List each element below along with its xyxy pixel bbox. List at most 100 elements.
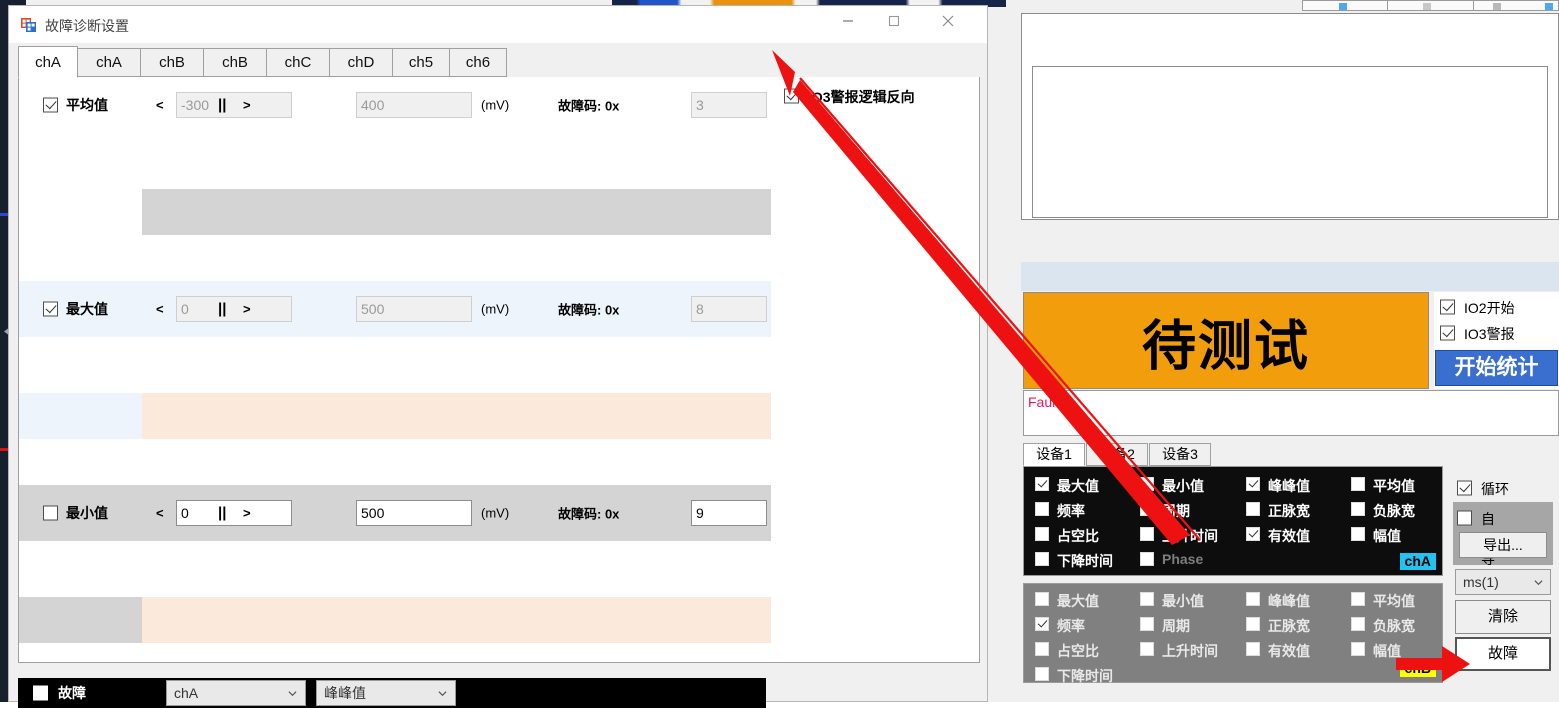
measure-checkbox-5[interactable] (1140, 617, 1154, 631)
measure-checkbox-7[interactable] (1351, 502, 1365, 516)
high-threshold-input-2[interactable]: 500 (356, 500, 472, 526)
toolbar-icon-2[interactable] (1423, 3, 1431, 10)
measure-checkbox-12[interactable] (1035, 667, 1049, 681)
channel-tab-2[interactable]: chB (140, 48, 204, 77)
measure-checkbox-10[interactable] (1246, 527, 1260, 541)
measure-checkbox-10[interactable] (1246, 642, 1260, 656)
fault-code-input-2[interactable]: 9 (691, 500, 767, 526)
enable-checkbox-1[interactable] (43, 301, 58, 317)
measure-checkbox-6[interactable] (1246, 617, 1260, 631)
enable-checkbox-0[interactable] (43, 97, 58, 113)
io3-invert-label: IO3警报逻辑反向 (808, 89, 915, 105)
channel-tab-1[interactable]: chA (77, 48, 141, 77)
measure-checkbox-7[interactable] (1351, 617, 1365, 631)
low-threshold-input-2[interactable]: 0 (176, 500, 292, 526)
toolbar-icon-4[interactable] (1545, 3, 1553, 10)
measure-checkbox-2[interactable] (1246, 592, 1260, 606)
operator-or-1: || (218, 300, 227, 318)
channel-select[interactable]: chA (166, 680, 306, 706)
high-threshold-input-0[interactable]: 400 (356, 92, 472, 118)
measure-checkbox-13[interactable] (1140, 552, 1154, 566)
measure-checkbox-label-12: 下降时间 (1057, 553, 1113, 569)
measure-checkbox-1[interactable] (1140, 592, 1154, 606)
plot-inner-frame[interactable] (1032, 66, 1548, 218)
measure-checkbox-9[interactable] (1140, 642, 1154, 656)
measure-checkbox-3[interactable] (1351, 592, 1365, 606)
fault-code-input-0[interactable]: 3 (691, 92, 767, 118)
measure-checkbox-6[interactable] (1246, 502, 1260, 516)
loop-checkbox[interactable] (1457, 480, 1472, 496)
channel-tab-3[interactable]: chB (203, 48, 267, 77)
toolbar-icon-3[interactable] (1493, 3, 1501, 10)
toolbar-icon-1[interactable] (1339, 3, 1347, 10)
fault-message-box[interactable]: Fault: (1023, 390, 1559, 436)
start-statistics-button[interactable]: 开始统计 (1435, 350, 1558, 386)
measure-checkbox-4[interactable] (1035, 502, 1049, 516)
measure-checkbox-0[interactable] (1035, 592, 1049, 606)
fault-code-label-2: 故障码: 0x (558, 506, 620, 522)
io2-start-checkbox[interactable] (1440, 299, 1455, 315)
export-button[interactable]: 导出... (1459, 532, 1547, 558)
measurement-application-panel: 待测试 IO2开始 IO3警报 开始统计 Fault: 设备1 设备2 设备3 … (1006, 0, 1559, 702)
threshold-gauge-row-2 (19, 597, 771, 643)
auto-export-checkbox[interactable] (1457, 510, 1472, 526)
measure-checkbox-label-0: 最大值 (1057, 478, 1099, 494)
io3-alarm-label: IO3警报 (1464, 326, 1515, 342)
measure-checkbox-1[interactable] (1140, 477, 1154, 491)
low-threshold-input-0[interactable]: -300 (176, 92, 292, 118)
device-tab-1[interactable]: 设备1 (1023, 443, 1085, 466)
channel-tab-6[interactable]: ch5 (392, 48, 450, 77)
close-button[interactable] (925, 6, 971, 36)
io3-invert-checkbox[interactable] (784, 88, 799, 104)
measure-label-1: 最大值 (66, 301, 108, 317)
measure-checkbox-8[interactable] (1035, 527, 1049, 541)
measure-checkbox-3[interactable] (1351, 477, 1365, 491)
operator-lt-2: < (156, 505, 164, 521)
high-threshold-input-1[interactable]: 500 (356, 296, 472, 322)
loop-checkbox-row[interactable]: 循环 (1453, 477, 1553, 499)
measure-checkbox-label-3: 平均值 (1373, 478, 1415, 494)
info-strip (1021, 262, 1559, 291)
channel-tabstrip[interactable]: chA chA chB chB chC chD ch5 ch6 (18, 46, 980, 79)
channel-tab-4[interactable]: chC (266, 48, 330, 77)
device-tabstrip[interactable]: 设备1 设备2 设备3 (1023, 443, 1443, 466)
measure-checkbox-9[interactable] (1140, 527, 1154, 541)
measure-label-0: 平均值 (66, 97, 108, 113)
low-threshold-input-1[interactable]: 0 (176, 296, 292, 322)
right-toolbar[interactable] (1302, 0, 1559, 11)
measure-checkbox-label-5: 周期 (1162, 618, 1190, 634)
bottom-fault-checkbox[interactable] (33, 685, 48, 701)
io3-invert-checkbox-row[interactable]: IO3警报逻辑反向 (784, 87, 984, 105)
measure-checkbox-8[interactable] (1035, 642, 1049, 656)
measure-checkbox-11[interactable] (1351, 642, 1365, 656)
operator-gt-0: > (243, 97, 251, 113)
channel-tab-5[interactable]: chD (329, 48, 393, 77)
enable-checkbox-2[interactable] (43, 505, 58, 521)
channel-tab-7[interactable]: ch6 (449, 48, 507, 77)
channel-tab-page: 平均值 < -300 || >400 (mV) 故障码: 0x 3 最大值 <0 || >500 (mV… (18, 77, 980, 663)
measure-checkbox-label-3: 平均值 (1373, 593, 1415, 609)
operator-gt-2: > (243, 505, 251, 521)
maximize-button[interactable] (871, 6, 917, 36)
device-tab-3[interactable]: 设备3 (1149, 443, 1211, 466)
measure-checkbox-0[interactable] (1035, 477, 1049, 491)
unit-select[interactable]: ms(1) (1455, 569, 1551, 595)
measure-checkbox-5[interactable] (1140, 502, 1154, 516)
clear-button[interactable]: 清除 (1455, 600, 1551, 634)
device1-measure-panel-chb: chB 最大值 最小值 峰峰值 平均值 频率 周期 正脉宽 负脉宽 占空比 上升时间 有效值 幅值 下降… (1023, 583, 1443, 684)
io3-alarm-checkbox[interactable] (1440, 325, 1455, 341)
measure-select[interactable]: 峰峰值 (316, 680, 456, 706)
fault-diagnosis-settings-dialog: 故障诊断设置 chA chA chB chB chC chD ch5 ch6 平均值 < -300… (8, 5, 988, 708)
fault-button[interactable]: 故障 (1455, 637, 1551, 671)
minimize-button[interactable] (825, 6, 871, 36)
channel-tab-0[interactable]: chA (18, 46, 78, 78)
device-tab-2[interactable]: 设备2 (1086, 443, 1148, 466)
fault-code-input-1[interactable]: 8 (691, 296, 767, 322)
device1-measure-panel-cha: chA 最大值 最小值 峰峰值 平均值 频率 周期 正脉宽 负脉宽 占空比 上升时间 有效值 幅值 下降… (1023, 466, 1443, 576)
measure-checkbox-12[interactable] (1035, 552, 1049, 566)
dialog-titlebar[interactable]: 故障诊断设置 (9, 6, 987, 43)
measure-checkbox-2[interactable] (1246, 477, 1260, 491)
measure-checkbox-11[interactable] (1351, 527, 1365, 541)
operator-lt-1: < (156, 301, 164, 317)
measure-checkbox-4[interactable] (1035, 617, 1049, 631)
